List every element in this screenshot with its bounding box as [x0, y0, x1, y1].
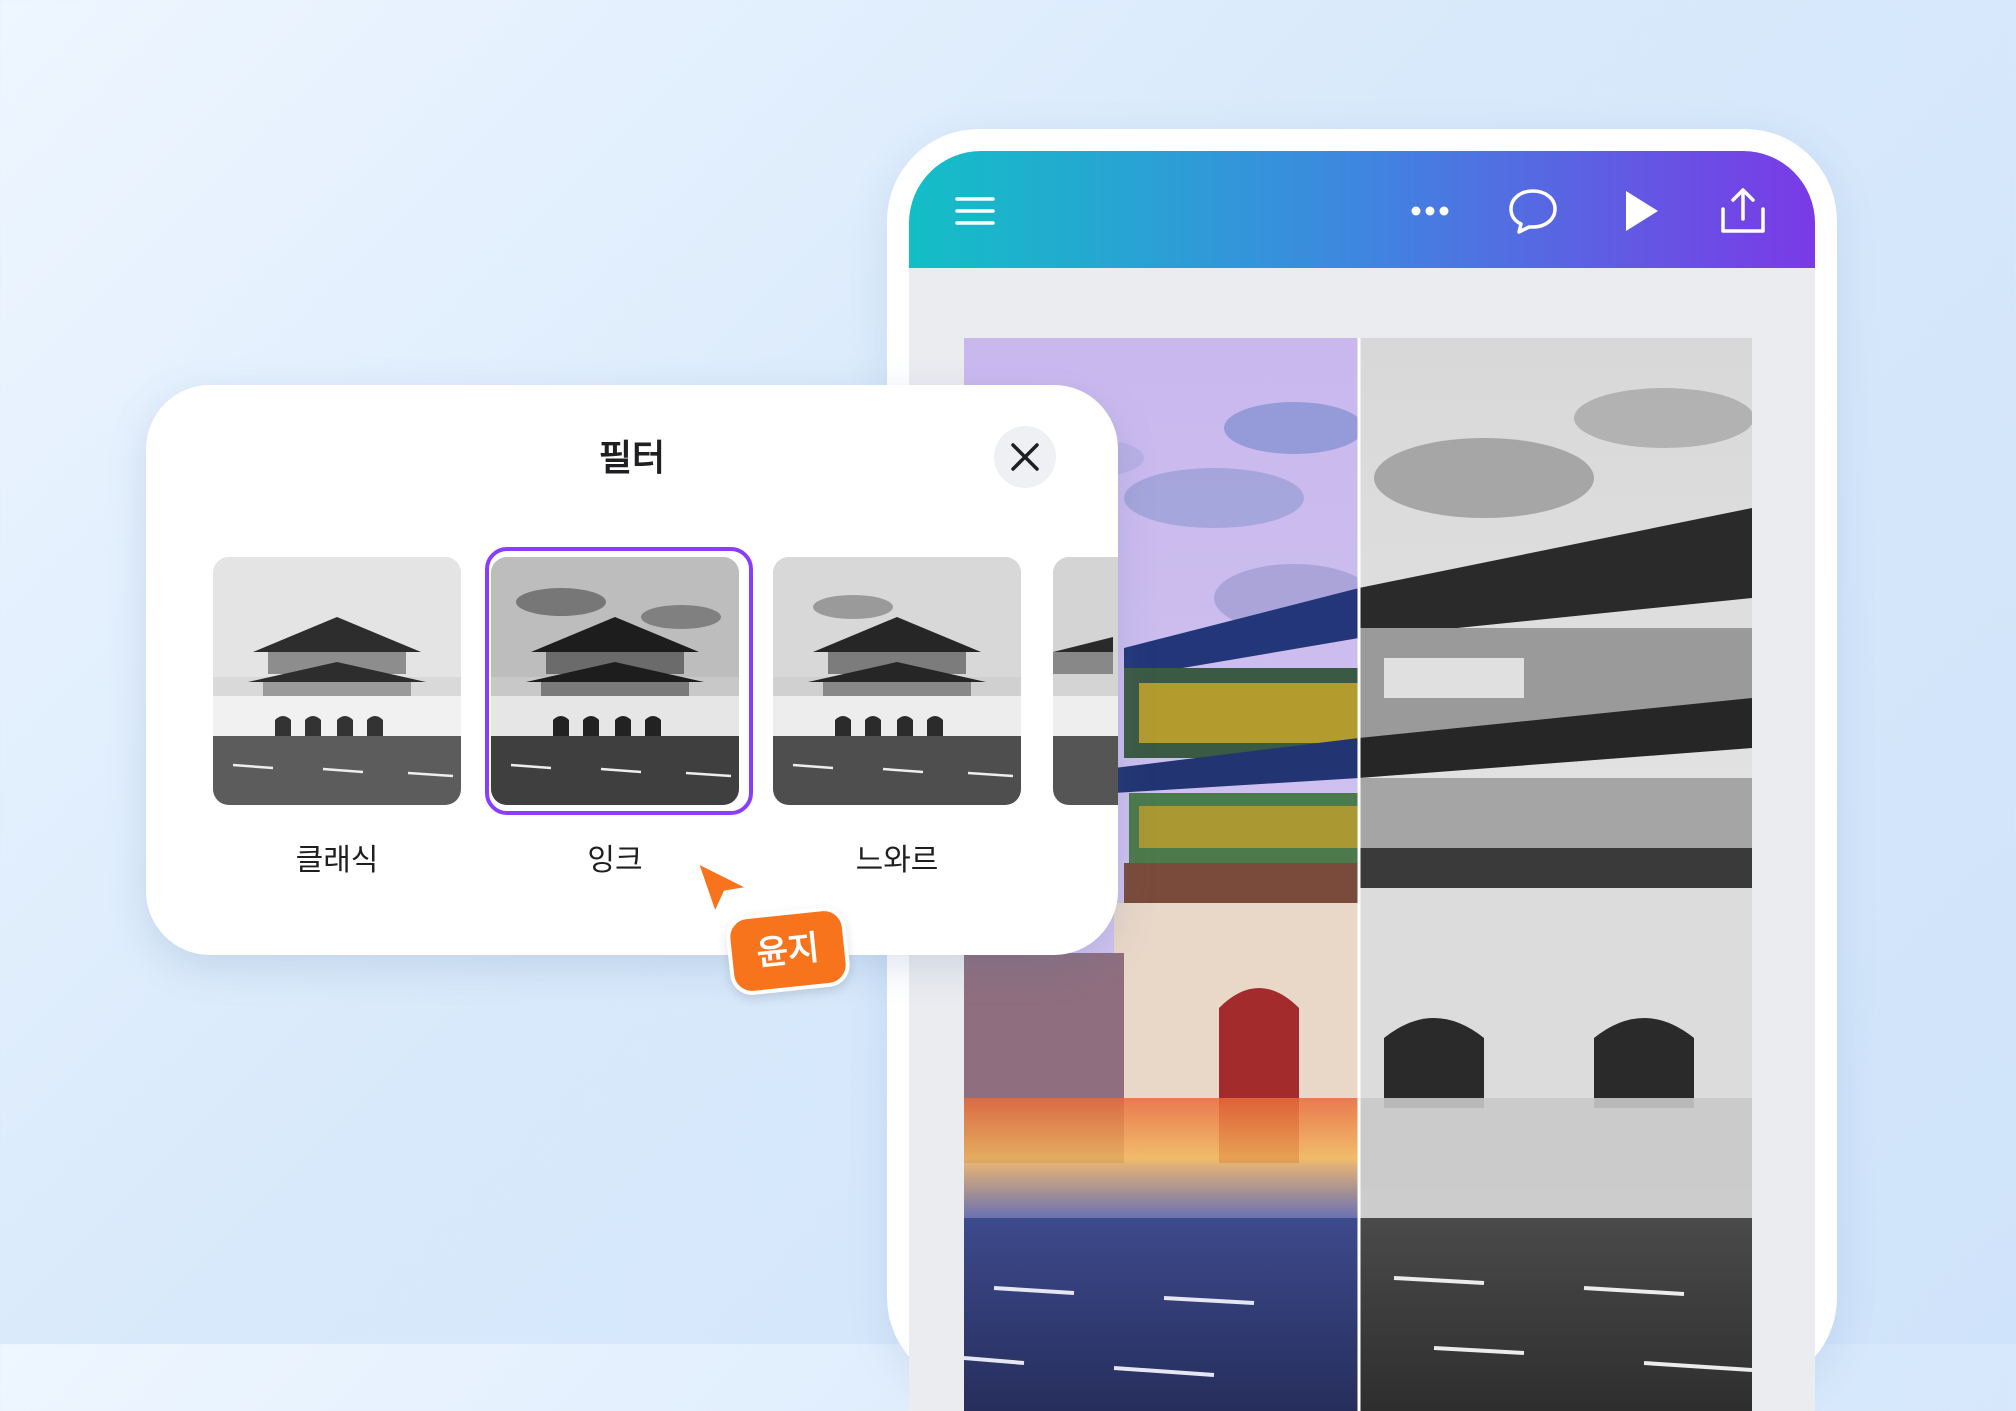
close-icon [1011, 443, 1039, 471]
share-icon[interactable] [1717, 185, 1769, 237]
filter-panel: 필터 클래식 잉크 느와르 [146, 385, 1118, 955]
filter-thumb-more[interactable] [1053, 557, 1118, 805]
close-button[interactable] [994, 426, 1056, 488]
filter-label-classic: 클래식 [295, 843, 379, 878]
filter-thumb-classic[interactable] [213, 557, 461, 805]
palace-thumbnail [773, 557, 1021, 805]
filter-thumb-ink[interactable] [491, 557, 739, 805]
comment-icon[interactable] [1507, 185, 1559, 237]
collaborator-cursor-icon [693, 858, 753, 918]
menu-icon[interactable] [949, 185, 1001, 237]
collaborator-name-tag: 윤지 [724, 904, 852, 998]
panel-title: 필터 [598, 438, 666, 479]
palace-thumbnail [1053, 557, 1118, 805]
filter-label-noir: 느와르 [855, 843, 939, 878]
editor-toolbar [909, 151, 1815, 268]
filter-thumb-noir[interactable] [773, 557, 1021, 805]
more-icon[interactable] [1404, 185, 1456, 237]
play-icon[interactable] [1614, 185, 1666, 237]
palace-thumbnail [491, 557, 739, 805]
palace-thumbnail [213, 557, 461, 805]
